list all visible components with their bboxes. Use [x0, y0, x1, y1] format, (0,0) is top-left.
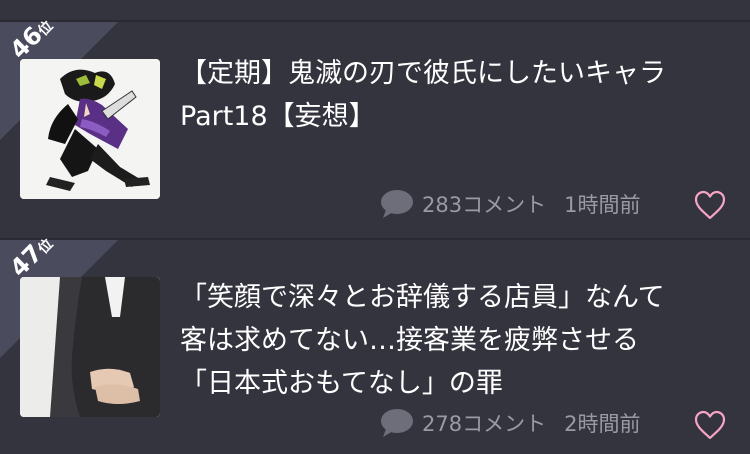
- speech-bubble-icon: [381, 409, 413, 437]
- article-meta: 278コメント 2時間前: [380, 406, 640, 440]
- thumbnail-image[interactable]: [20, 59, 160, 199]
- article-title[interactable]: 「笑顔で深々とお辞儀する店員」なんて 客は求めてない…接客業を疲弊させる 「日本式お…: [180, 276, 725, 405]
- heart-outline-icon[interactable]: [693, 189, 727, 221]
- post-time: 2時間前: [564, 412, 641, 436]
- ranking-list: 46位 【定期】鬼滅の刃で彼氏にしたいキャラ Part18【妄想】 283コメン…: [0, 0, 750, 454]
- comment-count: 283コメント: [422, 193, 547, 217]
- heart-outline-icon[interactable]: [693, 409, 727, 441]
- comment-count: 278コメント: [422, 412, 547, 436]
- anime-character-illustration: [20, 59, 160, 199]
- list-item[interactable]: 47位 「笑顔で深々とお辞儀する店員」なんて 客は求めてない…接客業を疲弊させる「…: [0, 236, 750, 454]
- article-meta: 283コメント 1時間前: [380, 187, 640, 221]
- title-line: 客は求めてない…接客業を疲弊させる: [180, 325, 639, 356]
- list-item[interactable]: 46位 【定期】鬼滅の刃で彼氏にしたいキャラ Part18【妄想】 283コメン…: [0, 18, 750, 240]
- thumbnail-image[interactable]: [20, 277, 160, 417]
- article-title[interactable]: 【定期】鬼滅の刃で彼氏にしたいキャラ Part18【妄想】: [180, 52, 725, 138]
- post-time: 1時間前: [564, 193, 641, 217]
- title-line: Part18【妄想】: [180, 101, 376, 132]
- speech-bubble-icon: [381, 190, 413, 218]
- title-line: 【定期】鬼滅の刃で彼氏にしたいキャラ: [180, 58, 666, 89]
- title-line: 「笑顔で深々とお辞儀する店員」なんて: [180, 282, 665, 313]
- person-in-suit-bowing-photo: [20, 277, 160, 417]
- title-line: 「日本式おもてなし」の罪: [180, 368, 503, 399]
